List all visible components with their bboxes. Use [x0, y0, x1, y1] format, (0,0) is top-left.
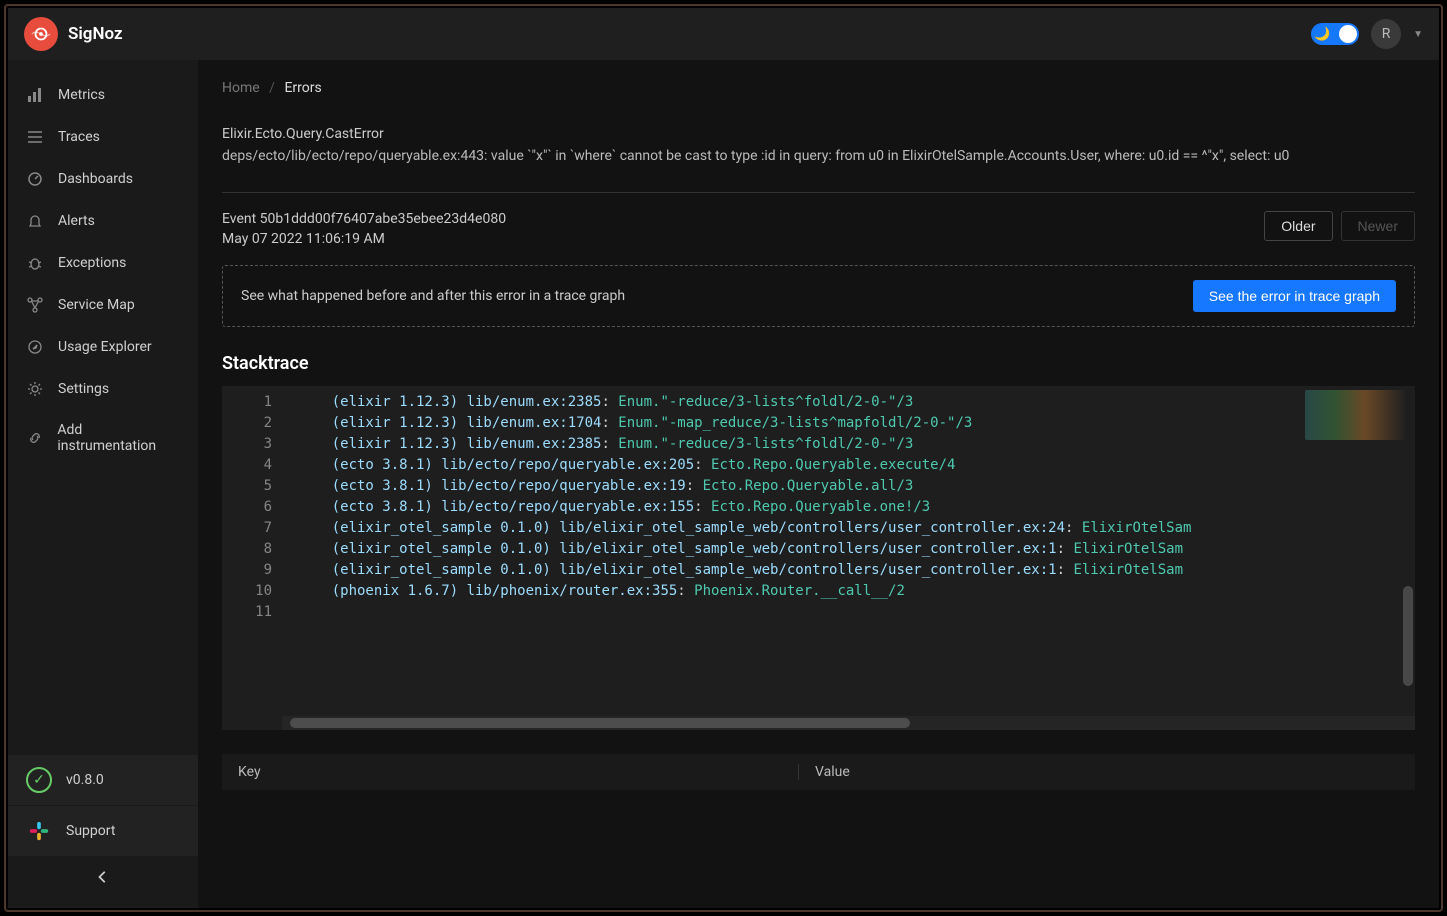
sidebar-item-label: Usage Explorer	[58, 339, 152, 355]
stacktrace-line: (elixir_otel_sample 0.1.0) lib/elixir_ot…	[298, 518, 1415, 539]
sidebar-item-traces[interactable]: Traces	[8, 116, 198, 158]
stacktrace-line: (ecto 3.8.1) lib/ecto/repo/queryable.ex:…	[298, 455, 1415, 476]
vertical-scrollbar[interactable]	[1401, 586, 1415, 706]
newer-button: Newer	[1341, 211, 1415, 241]
theme-toggle[interactable]: 🌙	[1311, 23, 1359, 45]
see-error-trace-button[interactable]: See the error in trace graph	[1193, 280, 1396, 312]
brand-name: SigNoz	[68, 24, 123, 44]
sidebar-item-service-map[interactable]: Service Map	[8, 284, 198, 326]
event-timestamp: May 07 2022 11:06:19 AM	[222, 231, 506, 247]
app-header: SigNoz 🌙 R ▼	[8, 8, 1439, 60]
sidebar-item-dashboards[interactable]: Dashboards	[8, 158, 198, 200]
chevron-left-icon	[96, 870, 110, 884]
brand-logo	[24, 17, 58, 51]
sidebar-collapse-button[interactable]	[8, 856, 198, 898]
stacktrace-line: (elixir 1.12.3) lib/enum.ex:2385: Enum."…	[298, 434, 1415, 455]
gear-icon	[26, 380, 44, 398]
stacktrace-line: (elixir 1.12.3) lib/enum.ex:2385: Enum."…	[298, 392, 1415, 413]
main-content: Home / Errors Elixir.Ecto.Query.CastErro…	[198, 60, 1439, 908]
sidebar-item-label: Add instrumentation	[57, 422, 180, 454]
breadcrumb-home[interactable]: Home	[222, 80, 260, 96]
horizontal-scrollbar[interactable]	[282, 716, 1415, 730]
key-value-table: Key Value	[222, 754, 1415, 790]
breadcrumb-separator: /	[269, 80, 275, 96]
sidebar-item-label: Alerts	[58, 213, 95, 229]
check-circle-icon: ✓	[26, 767, 52, 793]
caret-down-icon[interactable]: ▼	[1413, 29, 1423, 40]
sidebar-version[interactable]: ✓ v0.8.0	[8, 755, 198, 805]
error-title: Elixir.Ecto.Query.CastError	[222, 126, 1415, 142]
stacktrace-line: (elixir_otel_sample 0.1.0) lib/elixir_ot…	[298, 539, 1415, 560]
stacktrace-title: Stacktrace	[222, 353, 1415, 374]
event-id: Event 50b1ddd00f76407abe35ebee23d4e080	[222, 211, 506, 227]
slack-icon	[26, 818, 52, 844]
sidebar: Metrics Traces Dashboards	[8, 60, 198, 908]
sidebar-item-alerts[interactable]: Alerts	[8, 200, 198, 242]
stacktrace-code[interactable]: (elixir 1.12.3) lib/enum.ex:2385: Enum."…	[282, 386, 1415, 730]
sidebar-item-label: Exceptions	[58, 255, 126, 271]
stacktrace-line: (phoenix 1.6.7) lib/phoenix/router.ex:35…	[298, 581, 1415, 602]
stacktrace-line: (elixir_otel_sample 0.1.0) lib/elixir_ot…	[298, 560, 1415, 581]
sidebar-support[interactable]: Support	[8, 806, 198, 856]
error-message: deps/ecto/lib/ecto/repo/queryable.ex:443…	[222, 148, 1415, 164]
sidebar-item-label: Dashboards	[58, 171, 133, 187]
sidebar-item-metrics[interactable]: Metrics	[8, 74, 198, 116]
bug-icon	[26, 254, 44, 272]
user-avatar[interactable]: R	[1371, 19, 1401, 49]
bar-chart-icon	[26, 86, 44, 104]
version-label: v0.8.0	[66, 772, 104, 788]
list-icon	[26, 128, 44, 146]
dashboard-icon	[26, 170, 44, 188]
sidebar-item-usage-explorer[interactable]: Usage Explorer	[8, 326, 198, 368]
support-label: Support	[66, 823, 115, 839]
sidebar-item-settings[interactable]: Settings	[8, 368, 198, 410]
breadcrumb-current: Errors	[284, 80, 321, 96]
sidebar-item-label: Traces	[58, 129, 100, 145]
sidebar-item-add-instrumentation[interactable]: Add instrumentation	[8, 410, 198, 466]
sidebar-item-label: Settings	[58, 381, 109, 397]
code-minimap[interactable]	[1305, 390, 1405, 440]
compass-icon	[26, 338, 44, 356]
breadcrumb: Home / Errors	[222, 80, 1415, 96]
trace-banner-message: See what happened before and after this …	[241, 288, 625, 304]
sidebar-item-label: Metrics	[58, 87, 105, 103]
stacktrace-line: (ecto 3.8.1) lib/ecto/repo/queryable.ex:…	[298, 497, 1415, 518]
bell-icon	[26, 212, 44, 230]
older-button[interactable]: Older	[1264, 211, 1332, 241]
line-gutter: 1234567891011	[222, 386, 282, 730]
stacktrace-line: (ecto 3.8.1) lib/ecto/repo/queryable.ex:…	[298, 476, 1415, 497]
trace-graph-banner: See what happened before and after this …	[222, 265, 1415, 327]
sidebar-item-exceptions[interactable]: Exceptions	[8, 242, 198, 284]
stacktrace-line	[298, 602, 1415, 623]
kv-value-header: Value	[798, 764, 1399, 780]
stacktrace-line: (elixir 1.12.3) lib/enum.ex:1704: Enum."…	[298, 413, 1415, 434]
link-icon	[26, 429, 43, 447]
kv-key-header: Key	[238, 764, 798, 780]
divider	[222, 192, 1415, 193]
stacktrace-panel: 1234567891011 (elixir 1.12.3) lib/enum.e…	[222, 386, 1415, 730]
network-icon	[26, 296, 44, 314]
moon-icon: 🌙	[1314, 27, 1330, 42]
sidebar-item-label: Service Map	[58, 297, 135, 313]
